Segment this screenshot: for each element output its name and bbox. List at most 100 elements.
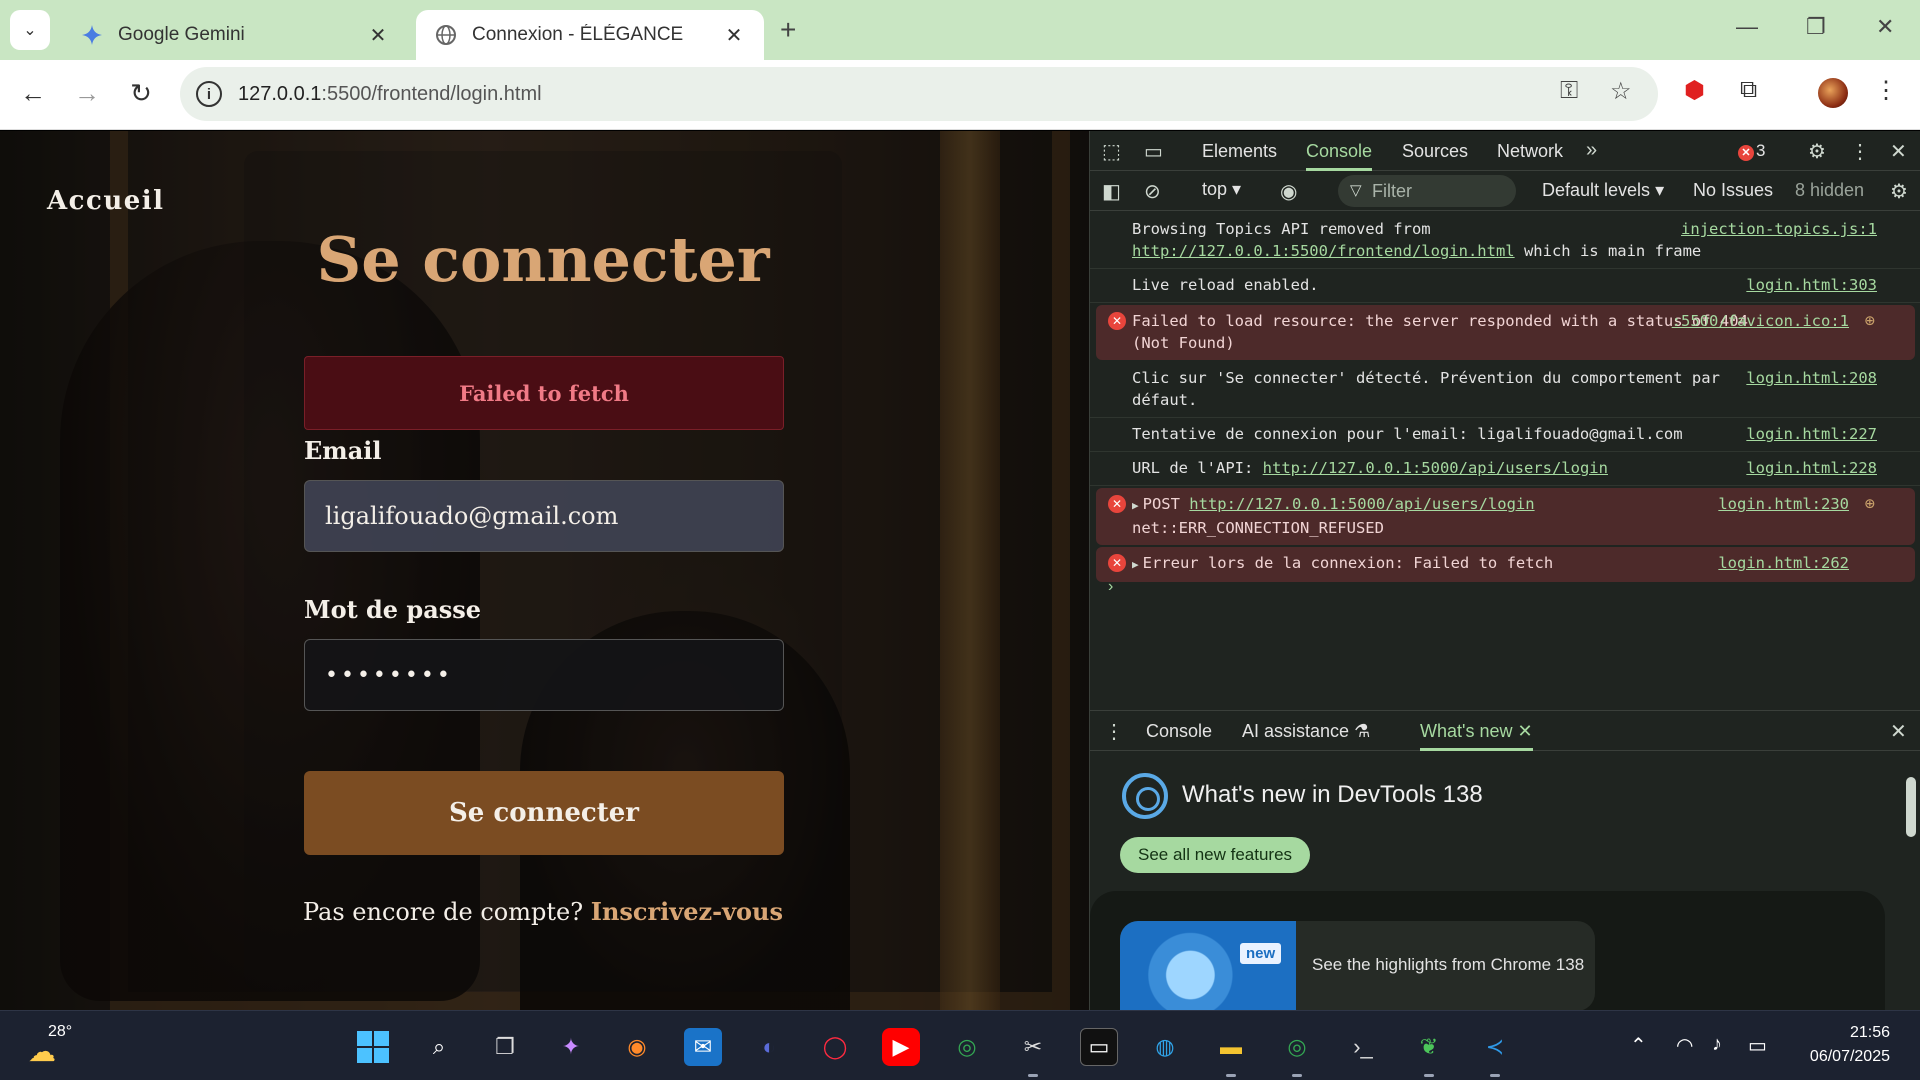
expand-caret-icon[interactable]: ▶ [1132, 558, 1139, 571]
reload-icon[interactable]: ↻ [124, 78, 158, 109]
key-icon[interactable]: ⚿ [1560, 77, 1578, 105]
message-source-link[interactable]: login.html:228 [1746, 457, 1877, 479]
restore-icon[interactable]: ❐ [1806, 14, 1826, 40]
more-tabs-icon[interactable]: » [1586, 139, 1597, 162]
email-label: Email [304, 436, 382, 465]
expand-caret-icon[interactable]: ▶ [1132, 499, 1139, 512]
drawer-scrollbar[interactable] [1903, 751, 1917, 1011]
snipping-tool-icon[interactable]: ✂ [1014, 1028, 1052, 1066]
message-source-link[interactable]: login.html:230 [1718, 493, 1849, 515]
live-expression-eye-icon[interactable]: ◉ [1280, 179, 1297, 204]
network-request-icon[interactable]: ⊕ [1865, 310, 1875, 332]
console-error-message[interactable]: ✕ ▶ POST http://127.0.0.1:5000/api/users/… [1096, 488, 1915, 545]
message-source-link[interactable]: login.html:227 [1746, 423, 1877, 445]
close-icon[interactable]: ✕ [366, 23, 390, 48]
command-prompt-icon[interactable]: ›_ [1344, 1028, 1382, 1066]
outlook-icon[interactable]: ✉ [684, 1028, 722, 1066]
login-button[interactable]: Se connecter [304, 771, 784, 855]
console-message: Browsing Topics API removed from http://… [1090, 213, 1920, 269]
temperature[interactable]: 28° [48, 1023, 72, 1041]
battery-icon[interactable]: ▭ [1748, 1033, 1767, 1058]
context-select[interactable]: top ▾ [1202, 179, 1241, 200]
new-tab-icon[interactable]: + [780, 14, 796, 46]
video-thumbnail[interactable] [1120, 921, 1296, 1011]
copilot-icon[interactable]: ✦ [552, 1028, 590, 1066]
close-icon[interactable]: ✕ [1518, 721, 1533, 741]
youtube-icon[interactable]: ▶ [882, 1028, 920, 1066]
drawer-tab-console[interactable]: Console [1146, 711, 1212, 751]
device-toolbar-icon[interactable]: ▭ [1144, 139, 1163, 164]
scroll-thumb[interactable] [1906, 777, 1916, 837]
mongodb-icon[interactable]: ❦ [1410, 1028, 1448, 1066]
wifi-icon[interactable]: ◠ [1676, 1033, 1693, 1058]
message-source-link[interactable]: login.html:208 [1746, 367, 1877, 389]
drawer-tab-ai-assistance[interactable]: AI assistance ⚗ [1242, 711, 1370, 751]
site-info-icon[interactable]: i [196, 81, 222, 107]
console-error-message[interactable]: ✕ ▶ Erreur lors de la connexion: Failed t… [1096, 547, 1915, 582]
terminal-icon[interactable]: ▭ [1080, 1028, 1118, 1066]
tab-console[interactable]: Console [1306, 131, 1373, 171]
opera-icon[interactable]: ◯ [816, 1028, 854, 1066]
forward-icon[interactable]: → [70, 78, 104, 109]
see-all-features-button[interactable]: See all new features [1120, 837, 1311, 873]
console-prompt[interactable]: › [1108, 578, 1113, 596]
console-filter-input[interactable]: ▽ Filter [1338, 175, 1516, 207]
eclipse-icon[interactable]: ◐ [750, 1028, 788, 1066]
sidebar-toggle-icon[interactable]: ◧ [1102, 179, 1121, 204]
tab-connexion[interactable]: Connexion - ÉLÉGANCE ✕ [416, 10, 764, 60]
settings-gear-icon[interactable]: ⚙ [1808, 139, 1826, 164]
message-source-link[interactable]: login.html:303 [1746, 274, 1877, 296]
message-link[interactable]: http://127.0.0.1:5000/api/users/login [1263, 459, 1608, 477]
start-windows-icon[interactable] [354, 1028, 392, 1066]
back-icon[interactable]: ← [16, 78, 50, 109]
profile-avatar[interactable] [1818, 78, 1848, 108]
tab-sources[interactable]: Sources [1402, 131, 1468, 171]
clear-console-icon[interactable]: ⊘ [1144, 179, 1161, 204]
search-icon[interactable]: ⌕ [420, 1028, 458, 1066]
tray-overflow-chevron-icon[interactable]: ⌃ [1630, 1033, 1647, 1058]
log-levels-select[interactable]: Default levels ▾ [1542, 180, 1664, 201]
more-menu-icon[interactable]: ⋮ [1874, 76, 1898, 105]
error-count-badge[interactable]: ✕ 3 [1738, 141, 1765, 161]
devtools-panel: ⬚ ▭ Elements Console Sources Network » ✕… [1089, 131, 1920, 1031]
task-view-icon[interactable]: ❐ [486, 1028, 524, 1066]
message-source-link[interactable]: login.html:262 [1718, 552, 1849, 574]
home-link[interactable]: Accueil [47, 186, 165, 216]
signup-link[interactable]: Inscrivez-vous [591, 897, 783, 926]
message-link[interactable]: http://127.0.0.1:5000/api/users/login [1189, 495, 1534, 513]
inspect-element-icon[interactable]: ⬚ [1102, 139, 1121, 164]
volume-icon[interactable]: ♪ [1712, 1033, 1722, 1056]
chrome-profile-icon[interactable]: ◎ [1278, 1028, 1316, 1066]
close-icon[interactable]: ✕ [722, 23, 746, 48]
address-bar[interactable]: i 127.0.0.1:5500/frontend/login.html ⚿ ☆ [180, 67, 1658, 121]
system-clock[interactable]: 21:56 06/07/2025 [1790, 1021, 1890, 1069]
message-link[interactable]: http://127.0.0.1:5500/frontend/login.htm… [1132, 242, 1515, 260]
message-source-link[interactable]: :5500/favicon.ico:1 [1672, 310, 1849, 332]
bookmark-star-icon[interactable]: ☆ [1610, 77, 1632, 106]
password-field[interactable]: •••••••• [304, 639, 784, 711]
file-explorer-icon[interactable]: ▬ [1212, 1028, 1250, 1066]
close-drawer-icon[interactable]: ✕ [1890, 719, 1907, 744]
vscode-icon[interactable]: ≺ [1476, 1028, 1514, 1066]
network-request-icon[interactable]: ⊕ [1865, 493, 1875, 515]
console-settings-gear-icon[interactable]: ⚙ [1890, 179, 1908, 204]
extensions-puzzle-icon[interactable]: ⧉ [1740, 76, 1757, 104]
devtools-menu-icon[interactable]: ⋮ [1850, 139, 1870, 164]
message-source-link[interactable]: injection-topics.js:1 [1681, 218, 1877, 240]
tab-google-gemini[interactable]: Google Gemini ✕ [62, 10, 408, 60]
email-field[interactable]: ligalifouado@gmail.com [304, 480, 784, 552]
adblock-extension-icon[interactable]: ⬢ [1684, 76, 1705, 105]
window-close-icon[interactable]: ✕ [1876, 14, 1894, 40]
firefox-icon[interactable]: ◉ [618, 1028, 656, 1066]
edge-icon[interactable]: ◍ [1146, 1028, 1184, 1066]
tab-search-button[interactable]: ⌄ [10, 10, 50, 50]
tab-network[interactable]: Network [1497, 131, 1563, 171]
tab-elements[interactable]: Elements [1202, 131, 1277, 171]
drawer-tab-whats-new[interactable]: What's new ✕ [1420, 711, 1533, 751]
drawer-menu-icon[interactable]: ⋮ [1104, 719, 1124, 744]
close-devtools-icon[interactable]: ✕ [1890, 139, 1907, 164]
issues-button[interactable]: No Issues [1693, 180, 1773, 201]
console-filter-bar: ◧ ⊘ top ▾ ◉ ▽ Filter Default levels ▾ No… [1090, 171, 1920, 211]
chrome-icon[interactable]: ◎ [948, 1028, 986, 1066]
minimize-icon[interactable]: — [1736, 14, 1758, 40]
